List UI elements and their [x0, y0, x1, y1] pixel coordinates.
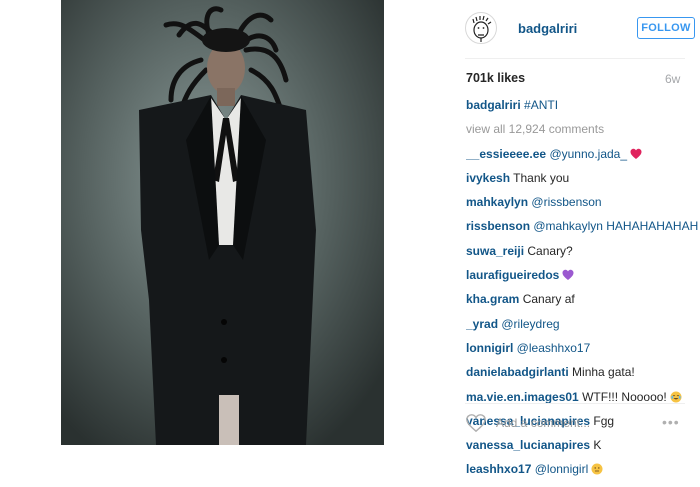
comment-row: ma.vie.en.images01 WTF!!! Nooooo!	[466, 390, 698, 414]
comment-text[interactable]: @leashhxo17	[517, 341, 591, 355]
more-options-icon[interactable]: •••	[662, 414, 680, 430]
comment-text[interactable]: @lonnigirl	[535, 462, 589, 476]
post-header: badgalriri FOLLOW	[465, 12, 700, 48]
comment-text[interactable]: @rissbenson	[531, 195, 601, 209]
comment-username[interactable]: __essieeee.ee	[466, 147, 546, 161]
comment-text: Thank you	[513, 170, 570, 185]
post-age[interactable]: 6w	[665, 72, 680, 86]
caption-username[interactable]: badgalriri	[466, 98, 521, 112]
comment-username[interactable]: ivykesh	[466, 171, 510, 185]
comment-row: _yrad @rileydreg	[466, 317, 698, 341]
comment-username[interactable]: lonnigirl	[466, 341, 513, 355]
portrait-image	[61, 0, 384, 445]
view-all-comments-label[interactable]: view all 12,924 comments	[466, 122, 604, 136]
comment-row: kha.gram Canary af	[466, 292, 698, 316]
comment-username[interactable]: leashhxo17	[466, 462, 531, 476]
avatar[interactable]	[465, 12, 497, 44]
comment-row: danielabadgirlanti Minha gata!	[466, 365, 698, 389]
comment-text[interactable]: @mahkaylyn HAHAHAHAHAHA	[533, 219, 698, 233]
view-all-comments[interactable]: view all 12,924 comments	[466, 122, 698, 146]
heart-icon[interactable]	[465, 413, 487, 433]
post-photo[interactable]	[61, 0, 384, 445]
caption-text[interactable]: #ANTI	[524, 98, 558, 112]
comment-text[interactable]: @rileydreg	[501, 317, 559, 331]
likes-count[interactable]: 701k likes	[466, 71, 525, 85]
comment-text: Minha gata!	[572, 365, 635, 380]
comment-username[interactable]: ma.vie.en.images01	[466, 390, 579, 404]
comment-username[interactable]: suwa_reiji	[466, 244, 524, 258]
comment-username[interactable]: mahkaylyn	[466, 195, 528, 209]
comment-username[interactable]: _yrad	[466, 317, 498, 331]
comment-row: ivykesh Thank you	[466, 171, 698, 195]
purple-heart-icon	[562, 269, 574, 281]
comment-username[interactable]: vanessa_lucianapires	[466, 438, 590, 452]
comment-text: WTF!!! Nooooo!	[582, 389, 667, 404]
comment-username[interactable]: danielabadgirlanti	[466, 365, 569, 379]
comment-row: leashhxo17 @lonnigirl	[466, 462, 698, 486]
comment-row: suwa_reiji Canary?	[466, 244, 698, 268]
comment-username[interactable]: kha.gram	[466, 292, 519, 306]
comment-row: mahkaylyn @rissbenson	[466, 195, 698, 219]
header-divider	[465, 58, 685, 59]
comment-text: Canary af	[522, 292, 575, 307]
footer-divider	[465, 403, 685, 404]
avatar-icon	[472, 15, 492, 42]
neutral-face-icon	[591, 463, 603, 475]
comment-row: vanessa_lucianapires K	[466, 438, 698, 462]
red-heart-icon	[630, 148, 642, 159]
comment-username[interactable]: rissbenson	[466, 219, 530, 233]
comment-text[interactable]: @yunno.jada_	[549, 147, 627, 161]
comment-row: laurafigueiredos	[466, 268, 698, 292]
add-comment-input[interactable]: Add a comment...	[496, 416, 590, 430]
comment-row: lonnigirl @leashhxo17	[466, 341, 698, 365]
comment-text: Canary?	[527, 243, 573, 258]
post-details-panel: badgalriri FOLLOW 701k likes 6w badgalri…	[450, 0, 700, 476]
crying-face-icon	[670, 391, 682, 403]
follow-button[interactable]: FOLLOW	[637, 17, 695, 39]
comment-username[interactable]: laurafigueiredos	[466, 268, 559, 282]
caption: badgalriri #ANTI	[466, 98, 698, 122]
header-username[interactable]: badgalriri	[518, 21, 577, 36]
comment-row: rissbenson @mahkaylyn HAHAHAHAHAHA	[466, 219, 698, 243]
comment-row: __essieeee.ee @yunno.jada_	[466, 147, 698, 171]
comment-text: K	[593, 438, 602, 453]
comment-bar: Add a comment... •••	[465, 412, 690, 434]
